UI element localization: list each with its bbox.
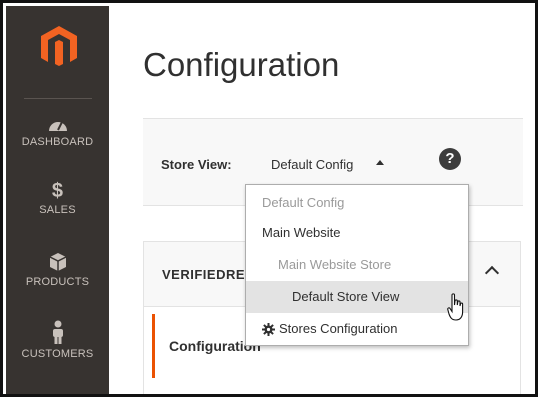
- magento-logo-icon[interactable]: [39, 24, 79, 68]
- section-title: VERIFIEDRE: [162, 267, 246, 282]
- sidebar-item-products[interactable]: PRODUCTS: [6, 252, 109, 288]
- sidebar-item-label: SALES: [39, 204, 76, 216]
- dollar-icon: $: [51, 180, 64, 202]
- store-view-select[interactable]: Default Config: [271, 157, 353, 172]
- dropdown-item-label: Default Store View: [292, 289, 400, 304]
- sidebar-item-label: CUSTOMERS: [21, 348, 94, 360]
- dropdown-item-default-store-view[interactable]: Default Store View: [246, 281, 468, 313]
- dropdown-item-label: Default Config: [262, 195, 345, 210]
- sidebar-item-label: DASHBOARD: [21, 136, 94, 148]
- person-icon: [52, 320, 63, 344]
- dropdown-item-label: Main Website Store: [278, 257, 392, 272]
- dropdown-item-stores-configuration[interactable]: Stores Configuration: [246, 313, 468, 345]
- sidebar-divider: [24, 98, 92, 99]
- dashboard-icon: [48, 121, 67, 131]
- dropdown-item-main-website[interactable]: Main Website: [246, 217, 468, 249]
- page-title: Configuration: [143, 46, 340, 83]
- box-icon: [49, 253, 66, 271]
- screenshot-frame: DASHBOARD $ SALES PRODUCTS CUSTOMERS Con…: [0, 0, 538, 397]
- caret-up-icon[interactable]: [376, 160, 384, 165]
- dropdown-item-label: Stores Configuration: [279, 321, 398, 336]
- sidebar-item-label: PRODUCTS: [25, 276, 90, 288]
- store-view-label: Store View:: [161, 157, 232, 172]
- dropdown-item-label: Main Website: [262, 225, 341, 240]
- chevron-up-icon[interactable]: [484, 265, 500, 281]
- store-view-dropdown: Default Config Main Website Main Website…: [245, 184, 469, 346]
- hand-cursor-icon: [447, 293, 464, 321]
- help-icon[interactable]: ?: [439, 148, 461, 170]
- dropdown-item-default-config[interactable]: Default Config: [246, 187, 468, 219]
- dropdown-item-main-website-store[interactable]: Main Website Store: [246, 249, 468, 281]
- gear-icon: [262, 323, 275, 336]
- admin-sidebar: DASHBOARD $ SALES PRODUCTS CUSTOMERS: [6, 6, 109, 394]
- sidebar-item-dashboard[interactable]: DASHBOARD: [6, 116, 109, 148]
- sidebar-item-customers[interactable]: CUSTOMERS: [6, 320, 109, 360]
- sidebar-item-sales[interactable]: $ SALES: [6, 180, 109, 216]
